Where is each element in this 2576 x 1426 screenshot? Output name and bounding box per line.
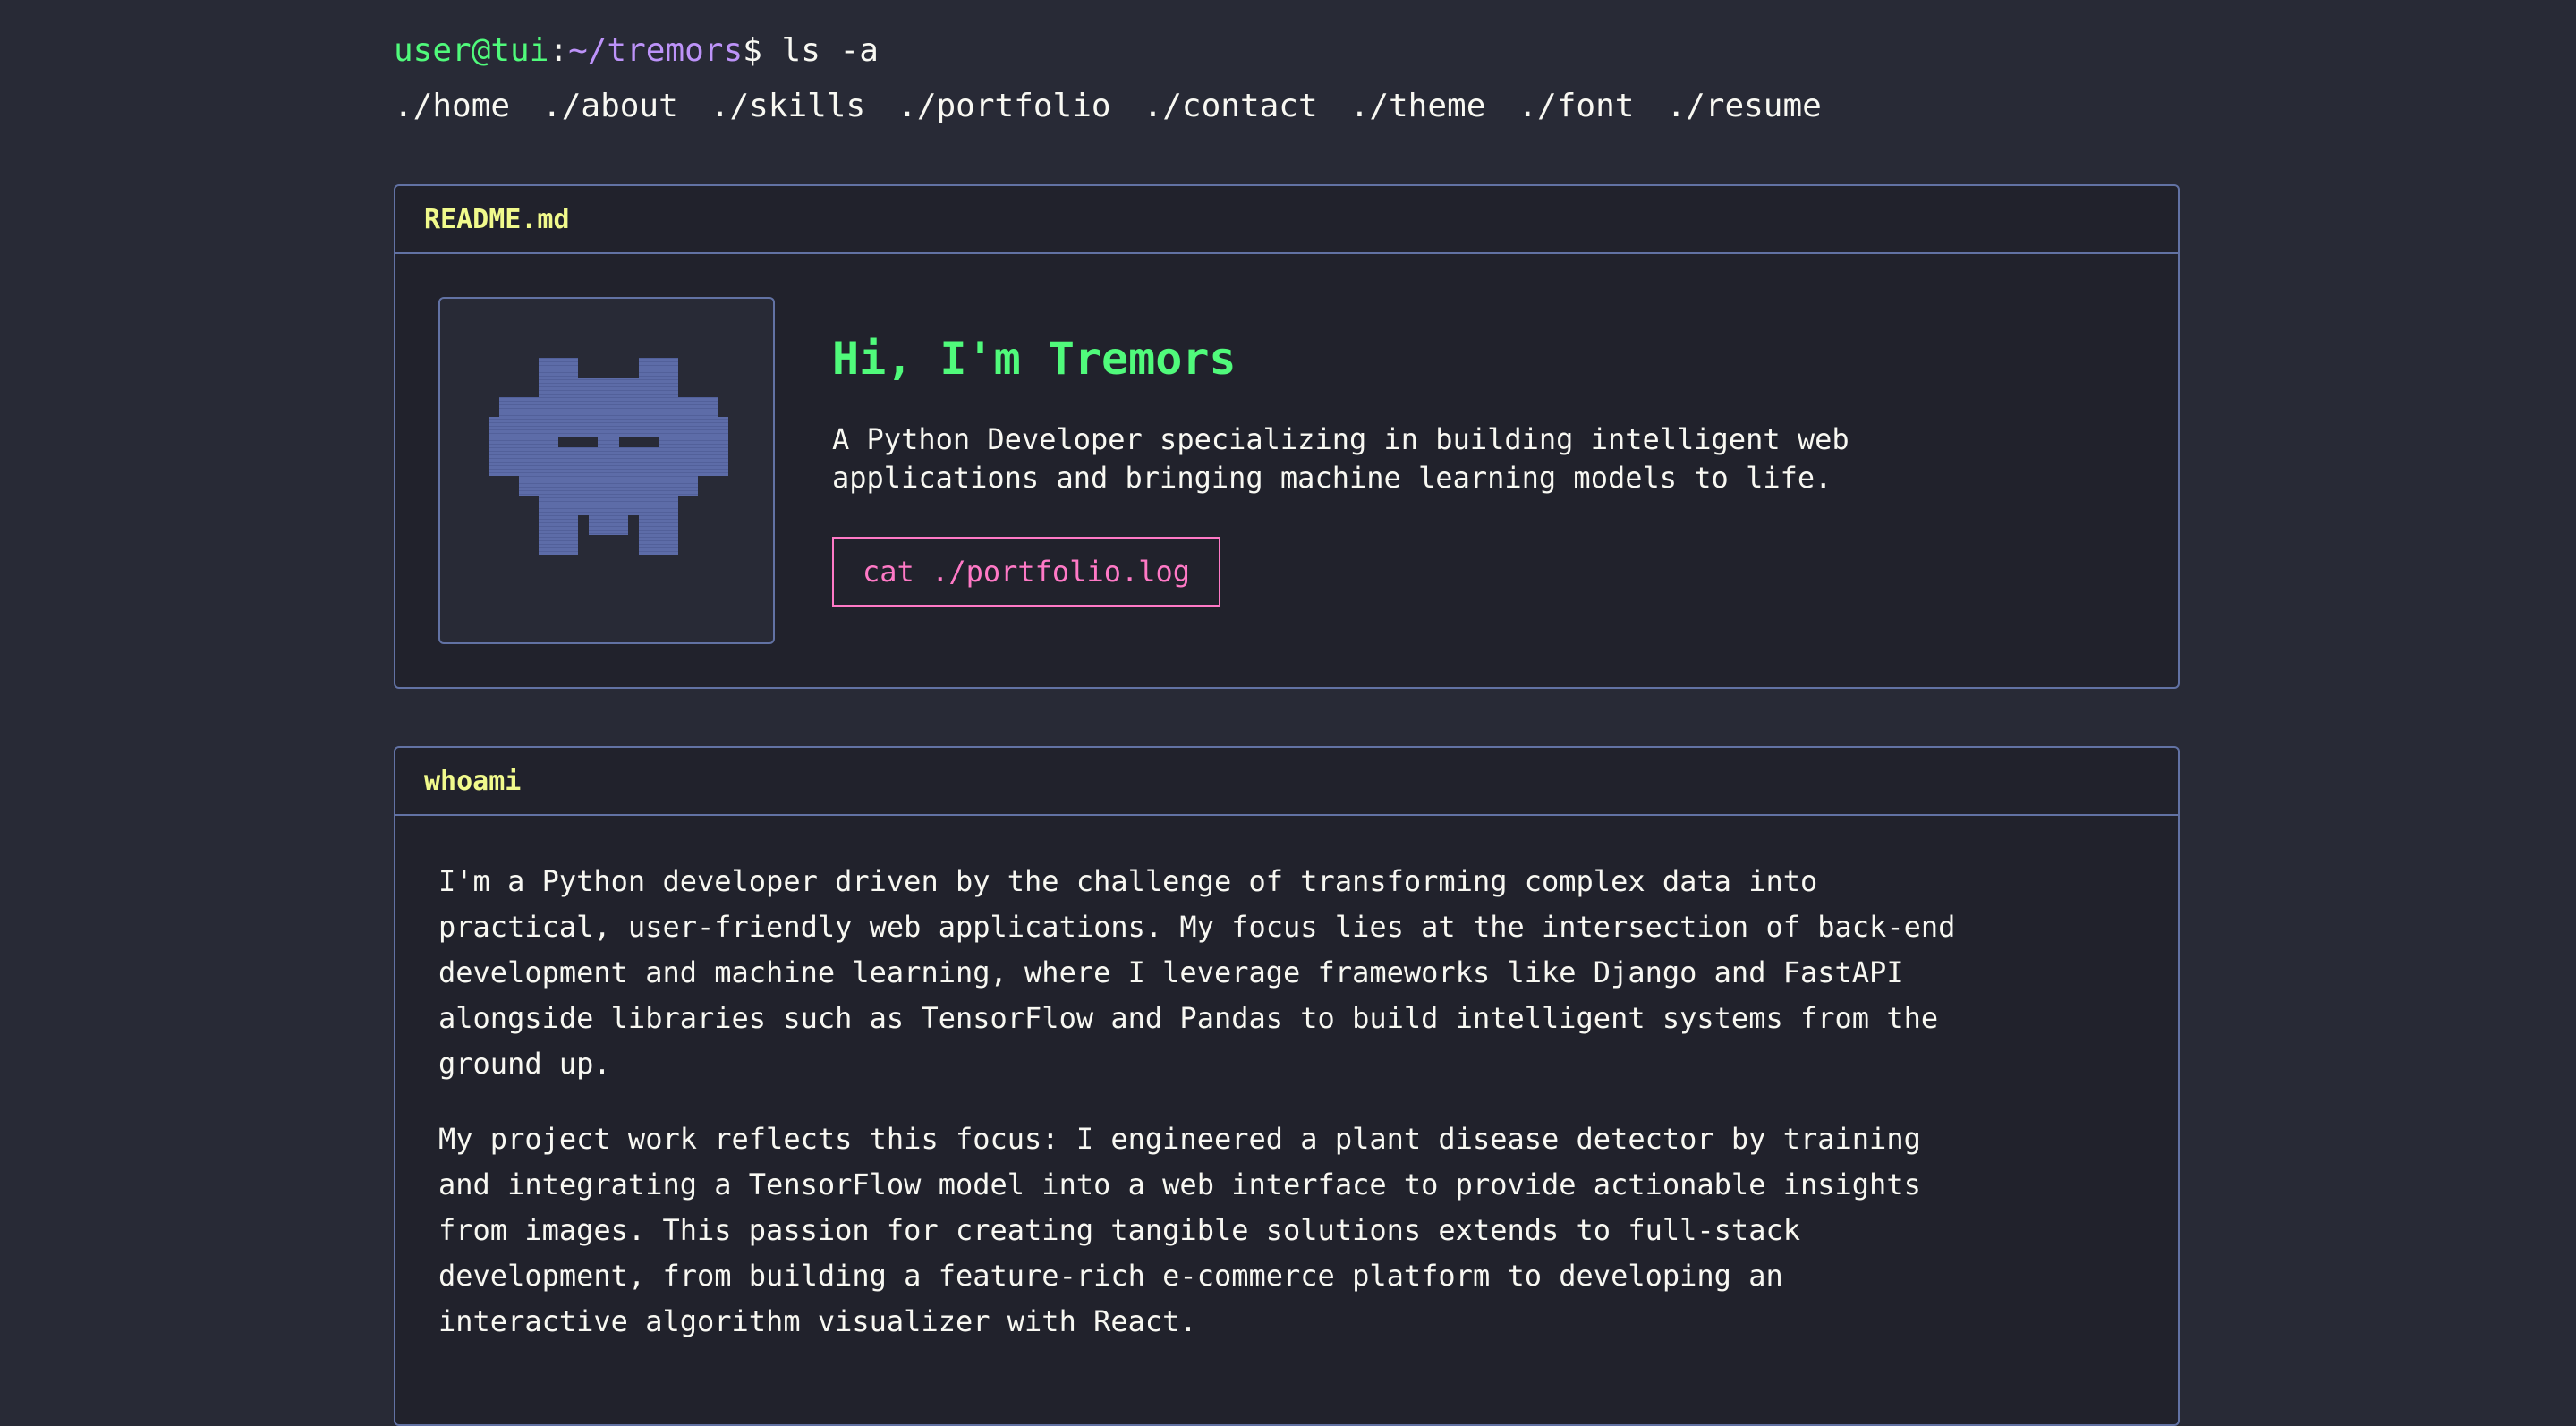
whoami-paragraph: I'm a Python developer driven by the cha… xyxy=(438,864,1956,1081)
prompt-dollar: $ xyxy=(743,32,762,69)
whoami-paragraph: My project work reflects this focus: I e… xyxy=(438,1122,1921,1338)
space-invader-icon xyxy=(489,358,728,555)
nav-item-home[interactable]: ./home xyxy=(394,82,510,131)
prompt-command: ls -a xyxy=(761,32,879,69)
shell-prompt: user@tui:~/tremors$ ls -a xyxy=(394,27,879,75)
avatar xyxy=(438,297,775,644)
readme-panel: README.md Hi, I'm Tremors A Python Devel… xyxy=(394,184,2180,689)
nav-item-font[interactable]: ./font xyxy=(1518,82,1634,131)
hero-title: Hi, I'm Tremors xyxy=(832,333,1237,385)
whoami-header: whoami xyxy=(395,748,2178,816)
prompt-colon: : xyxy=(548,32,569,69)
whoami-panel: whoami I'm a Python developer driven by … xyxy=(394,746,2180,1426)
prompt-user: user@tui xyxy=(394,32,549,69)
nav-item-about[interactable]: ./about xyxy=(542,82,678,131)
nav-menu: ./home ./about ./skills ./portfolio ./co… xyxy=(394,82,1822,131)
nav-item-portfolio[interactable]: ./portfolio xyxy=(897,82,1110,131)
nav-item-resume[interactable]: ./resume xyxy=(1666,82,1821,131)
nav-item-theme[interactable]: ./theme xyxy=(1350,82,1486,131)
nav-item-contact[interactable]: ./contact xyxy=(1143,82,1318,131)
portfolio-log-button[interactable]: cat ./portfolio.log xyxy=(832,537,1221,607)
prompt-path: ~/tremors xyxy=(568,32,744,69)
nav-item-skills[interactable]: ./skills xyxy=(710,82,865,131)
hero-description: A Python Developer specializing in build… xyxy=(832,422,1849,495)
whoami-body: I'm a Python developer driven by the cha… xyxy=(438,859,1960,1374)
readme-header: README.md xyxy=(395,186,2178,254)
